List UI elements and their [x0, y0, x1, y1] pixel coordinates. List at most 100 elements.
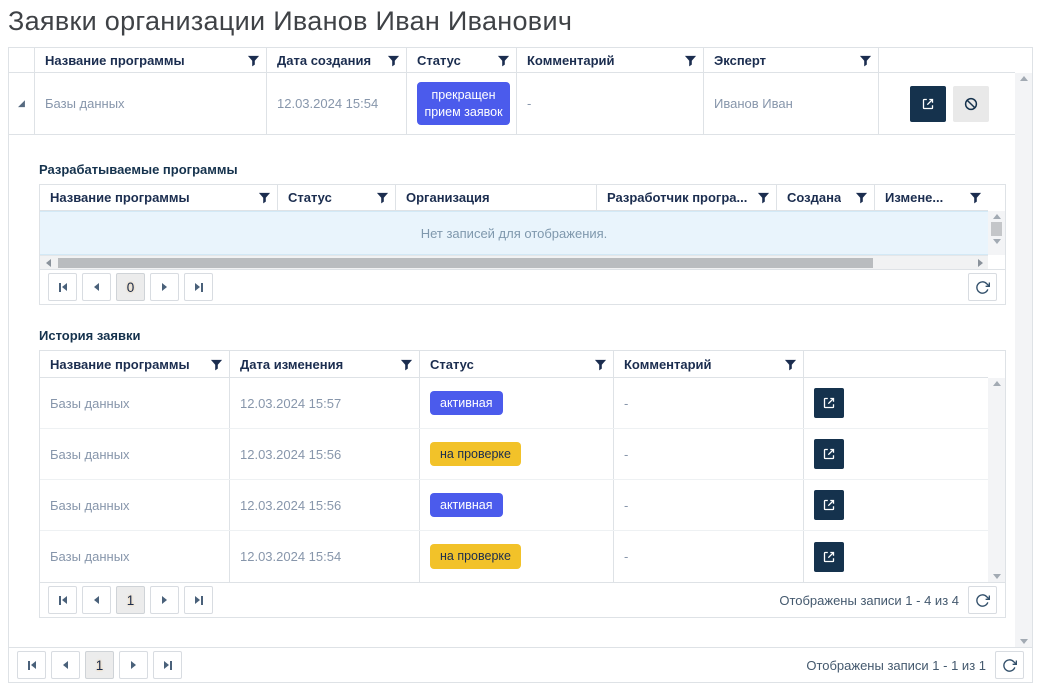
scroll-down-icon[interactable]: [1020, 639, 1028, 644]
filter-icon[interactable]: [855, 191, 868, 204]
scrollbar-header-filler: [988, 351, 1005, 378]
scrollbar-track[interactable]: [988, 211, 1005, 255]
first-page-button[interactable]: [17, 651, 46, 679]
column-header-changed[interactable]: Измене...: [875, 185, 988, 210]
filter-icon[interactable]: [497, 54, 510, 67]
application-row[interactable]: ◢ Базы данных 12.03.2024 15:54 прекращен…: [9, 73, 1015, 135]
open-history-record-button[interactable]: [814, 439, 844, 469]
status-badge: активная: [430, 493, 503, 517]
filter-icon[interactable]: [247, 54, 260, 67]
scroll-right-button[interactable]: [972, 259, 988, 267]
current-page-button[interactable]: 1: [85, 651, 114, 679]
filter-icon[interactable]: [258, 191, 271, 204]
column-header-status[interactable]: Статус: [278, 185, 396, 210]
status-cell: активная: [420, 378, 614, 428]
status-cell: прекращен прием заявок: [407, 73, 517, 134]
open-history-record-button[interactable]: [814, 542, 844, 572]
column-header-status[interactable]: Статус: [407, 48, 517, 72]
scroll-up-icon[interactable]: [993, 214, 1001, 219]
column-header-status[interactable]: Статус: [420, 351, 614, 377]
vertical-scrollbar[interactable]: [988, 351, 1005, 582]
refresh-button[interactable]: [995, 651, 1024, 679]
column-header-program-name[interactable]: Название программы: [40, 351, 230, 377]
first-page-icon: [28, 661, 30, 670]
first-page-button[interactable]: [48, 273, 77, 301]
collapse-row-icon[interactable]: ◢: [18, 99, 25, 108]
filter-icon[interactable]: [969, 191, 982, 204]
column-header-actions: [879, 48, 1015, 72]
prev-page-button[interactable]: [51, 651, 80, 679]
last-page-button[interactable]: [184, 273, 213, 301]
column-header-program-name[interactable]: Название программы: [40, 185, 278, 210]
arrow-left-icon: [94, 596, 99, 604]
open-history-record-button[interactable]: [814, 490, 844, 520]
column-title: Организация: [406, 190, 490, 205]
open-external-icon: [821, 395, 837, 411]
refresh-button[interactable]: [968, 273, 997, 301]
last-page-button[interactable]: [184, 586, 213, 614]
filter-icon[interactable]: [376, 191, 389, 204]
scroll-up-icon[interactable]: [993, 381, 1001, 386]
filter-icon[interactable]: [210, 358, 223, 371]
last-page-button[interactable]: [153, 651, 182, 679]
column-header-comment[interactable]: Комментарий: [614, 351, 804, 377]
horizontal-scrollbar-thumb[interactable]: [58, 258, 873, 268]
column-header-program-name[interactable]: Название программы: [35, 48, 267, 72]
filter-icon[interactable]: [400, 358, 413, 371]
open-history-record-button[interactable]: [814, 388, 844, 418]
horizontal-scrollbar-track[interactable]: [56, 256, 972, 269]
column-header-created-date[interactable]: Дата создания: [267, 48, 407, 72]
scroll-left-button[interactable]: [40, 259, 56, 267]
application-detail-panel: Разрабатываемые программы Название прогр…: [9, 135, 1015, 647]
filter-icon[interactable]: [757, 191, 770, 204]
column-header-comment[interactable]: Комментарий: [517, 48, 704, 72]
applications-grid-body: Название программы Дата создания Статус …: [9, 48, 1032, 647]
current-page-button[interactable]: 1: [116, 586, 145, 614]
applications-grid-header: Название программы Дата создания Статус …: [9, 48, 1015, 73]
history-row[interactable]: Базы данных 12.03.2024 15:56 на проверке…: [40, 429, 988, 480]
filter-icon[interactable]: [387, 54, 400, 67]
history-row[interactable]: Базы данных 12.03.2024 15:56 активная -: [40, 480, 988, 531]
column-header-created[interactable]: Создана: [777, 185, 875, 210]
first-page-button[interactable]: [48, 586, 77, 614]
prev-page-button[interactable]: [82, 586, 111, 614]
filter-icon[interactable]: [594, 358, 607, 371]
block-application-button[interactable]: [953, 86, 989, 122]
current-page-button[interactable]: 0: [116, 273, 145, 301]
horizontal-scrollbar[interactable]: [40, 255, 988, 269]
vertical-scrollbar[interactable]: [988, 185, 1005, 255]
developed-programs-grid: Название программы Статус Организация: [39, 184, 1006, 305]
scroll-down-icon[interactable]: [993, 574, 1001, 579]
history-title: История заявки: [39, 328, 1006, 343]
filter-icon[interactable]: [859, 54, 872, 67]
next-page-button[interactable]: [150, 273, 179, 301]
refresh-button[interactable]: [968, 586, 997, 614]
arrow-left-icon: [62, 596, 67, 604]
empty-state-text: Нет записей для отображения.: [421, 226, 608, 241]
status-cell: активная: [420, 480, 614, 530]
last-page-icon: [201, 283, 203, 292]
open-external-icon: [821, 497, 837, 513]
column-header-organization[interactable]: Организация: [396, 185, 597, 210]
open-application-button[interactable]: [910, 86, 946, 122]
scrollbar-track[interactable]: [1015, 73, 1032, 647]
last-page-icon: [201, 596, 203, 605]
filter-icon[interactable]: [784, 358, 797, 371]
developed-programs-pager: 0: [40, 269, 1005, 304]
column-title: Статус: [288, 190, 332, 205]
column-header-changed-date[interactable]: Дата изменения: [230, 351, 420, 377]
scroll-down-icon[interactable]: [993, 239, 1001, 244]
column-header-developer[interactable]: Разработчик програ...: [597, 185, 777, 210]
prev-page-button[interactable]: [82, 273, 111, 301]
vertical-scrollbar[interactable]: [1015, 48, 1032, 647]
filter-icon[interactable]: [684, 54, 697, 67]
pager-info: Отображены записи 1 - 1 из 1: [806, 658, 986, 673]
next-page-button[interactable]: [150, 586, 179, 614]
scrollbar-track[interactable]: [988, 378, 1005, 582]
next-page-button[interactable]: [119, 651, 148, 679]
scrollbar-thumb[interactable]: [991, 222, 1002, 236]
scroll-up-icon[interactable]: [1020, 76, 1028, 81]
column-header-expert[interactable]: Эксперт: [704, 48, 879, 72]
history-row[interactable]: Базы данных 12.03.2024 15:57 активная -: [40, 378, 988, 429]
history-row[interactable]: Базы данных 12.03.2024 15:54 на проверке…: [40, 531, 988, 582]
